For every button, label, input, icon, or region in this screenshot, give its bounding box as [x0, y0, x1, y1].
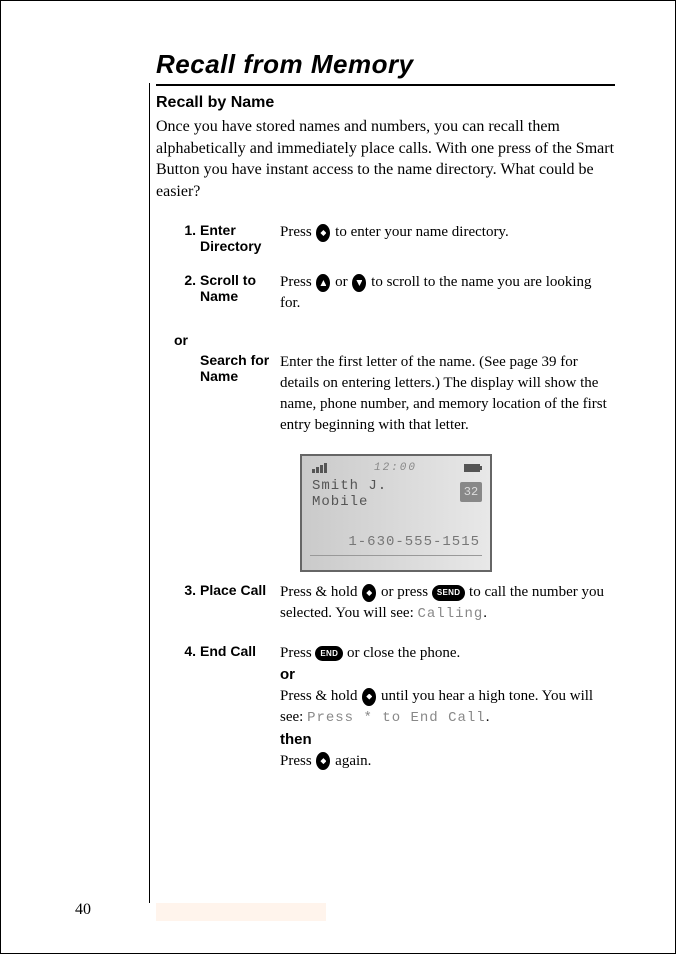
or-separator: or — [174, 332, 615, 350]
phone-display: 12:00 Smith J. Mobile 32 1-630-555-1515 — [300, 454, 492, 572]
intro-paragraph: Once you have stored names and numbers, … — [156, 116, 615, 202]
step-number: 1. — [174, 222, 196, 238]
step-label: Search for Name — [196, 352, 280, 384]
phone-contact-name: Smith J. — [312, 478, 480, 494]
steps-list: 1. Enter Directory Press to enter your n… — [174, 222, 615, 771]
step-description: Press to enter your name directory. — [280, 222, 615, 243]
lcd-end-call: Press * to End Call — [307, 710, 486, 726]
step-label: Scroll to Name — [196, 272, 280, 304]
phone-status-bar: 12:00 — [312, 462, 480, 474]
then-text: then — [280, 731, 312, 748]
footer-highlight — [156, 903, 326, 921]
smart-button-icon — [362, 688, 376, 706]
end-button-icon: END — [315, 646, 343, 661]
step-label: End Call — [196, 643, 280, 659]
page-number: 40 — [75, 901, 91, 919]
step-number: 3. — [174, 582, 196, 598]
up-button-icon — [316, 274, 330, 292]
phone-contact-type: Mobile — [312, 494, 480, 510]
lcd-calling: Calling — [417, 606, 483, 622]
phone-memory-location: 32 — [460, 482, 482, 502]
step-description: Press & hold or press SEND to call the n… — [280, 582, 615, 625]
step-2b: Search for Name Enter the first letter o… — [174, 352, 615, 436]
step-number: 2. — [174, 272, 196, 288]
down-button-icon — [352, 274, 366, 292]
step-label: Enter Directory — [196, 222, 280, 254]
phone-time: 12:00 — [374, 462, 417, 474]
or-text: or — [280, 666, 295, 683]
smart-button-icon — [316, 752, 330, 770]
step-description: Press or to scroll to the name you are l… — [280, 272, 615, 314]
step-3: 3. Place Call Press & hold or press SEND… — [174, 582, 615, 625]
step-description: Press END or close the phone. or Press &… — [280, 643, 615, 772]
section-subtitle: Recall by Name — [156, 94, 615, 112]
phone-divider — [310, 555, 482, 556]
battery-icon — [464, 464, 480, 472]
step-description: Enter the first letter of the name. (See… — [280, 352, 615, 436]
phone-number: 1-630-555-1515 — [348, 534, 480, 550]
step-label: Place Call — [196, 582, 280, 598]
vertical-rule — [149, 83, 150, 903]
send-button-icon: SEND — [432, 585, 465, 600]
signal-icon — [312, 463, 327, 473]
smart-button-icon — [362, 584, 376, 602]
page-body: Recall from Memory Recall by Name Once y… — [1, 1, 675, 772]
smart-button-icon — [316, 224, 330, 242]
step-4: 4. End Call Press END or close the phone… — [174, 643, 615, 772]
step-1: 1. Enter Directory Press to enter your n… — [174, 222, 615, 254]
page-title: Recall from Memory — [156, 49, 615, 86]
step-number: 4. — [174, 643, 196, 659]
step-2: 2. Scroll to Name Press or to scroll to … — [174, 272, 615, 314]
